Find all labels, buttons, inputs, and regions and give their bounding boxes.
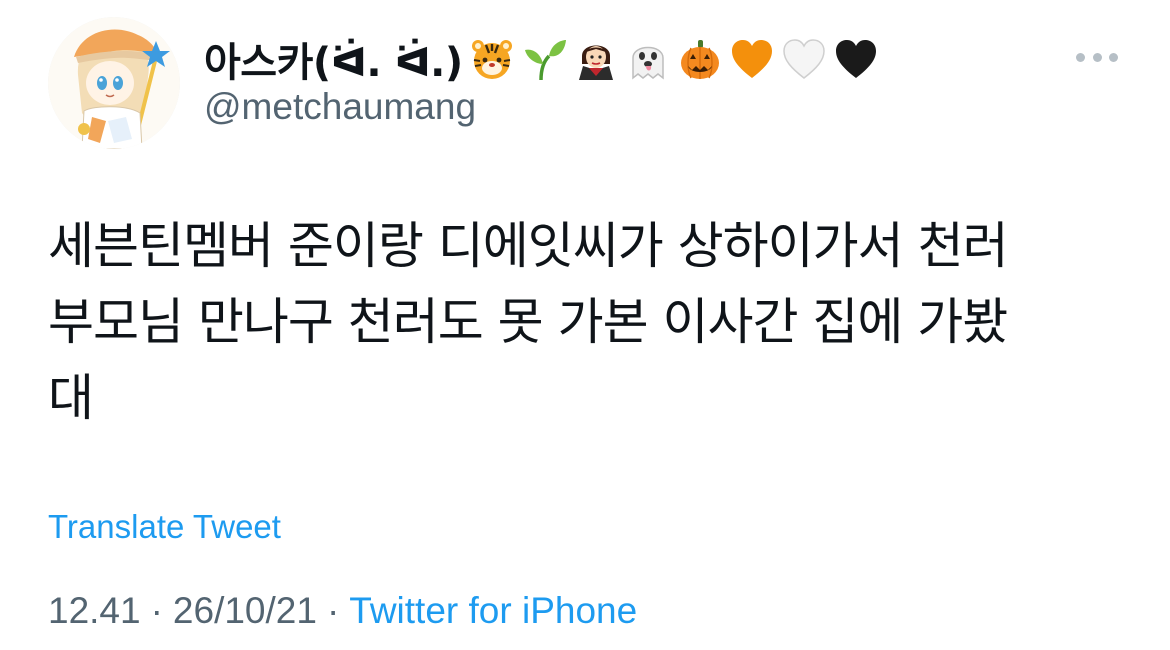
white-heart-icon [781, 36, 827, 82]
more-dot [1109, 52, 1118, 62]
more-options-icon[interactable] [1076, 46, 1118, 68]
seedling-icon [521, 36, 567, 82]
tiger-face-icon [469, 36, 515, 82]
more-dot [1076, 52, 1085, 62]
tweet-text: 세븐틴멤버 준이랑 디에잇씨가 상하이가서 천러 부모님 만나구 천러도 못 가… [48, 208, 1128, 436]
tweet-metadata: 12.41 · 26/10/21 · Twitter for iPhone [48, 590, 637, 632]
name-emojis [469, 36, 885, 82]
jack-o-lantern-icon [677, 36, 723, 82]
display-name[interactable]: 아스카(ᐛ. ᐛ.) [204, 30, 463, 88]
tweet-text-line: 대 [48, 369, 94, 427]
tweet-date[interactable]: 26/10/21 [173, 590, 317, 632]
meta-separator: · [150, 590, 163, 631]
user-handle[interactable]: @metchaumang [204, 86, 476, 128]
tweet-time[interactable]: 12.41 [48, 590, 141, 632]
tweet-source-link[interactable]: Twitter for iPhone [349, 590, 637, 632]
meta-separator: · [326, 590, 340, 631]
orange-heart-icon [729, 36, 775, 82]
tweet-text-line: 세븐틴멤버 준이랑 디에잇씨가 상하이가서 천러 [48, 217, 1009, 275]
avatar[interactable] [48, 17, 180, 149]
author-name-row: 아스카(ᐛ. ᐛ.) [204, 32, 885, 86]
tweet-card: 아스카(ᐛ. ᐛ.) @metchaumang 세븐틴멤버 준이랑 디에잇씨가 … [0, 0, 1170, 650]
vampire-woman-icon [573, 36, 619, 82]
black-heart-icon [833, 36, 879, 82]
avatar-image [48, 17, 180, 149]
ghost-icon [625, 36, 671, 82]
translate-tweet-link[interactable]: Translate Tweet [48, 508, 281, 546]
more-dot [1092, 52, 1102, 62]
tweet-text-line: 부모님 만나구 천러도 못 가본 이사간 집에 가봤 [48, 293, 1008, 351]
